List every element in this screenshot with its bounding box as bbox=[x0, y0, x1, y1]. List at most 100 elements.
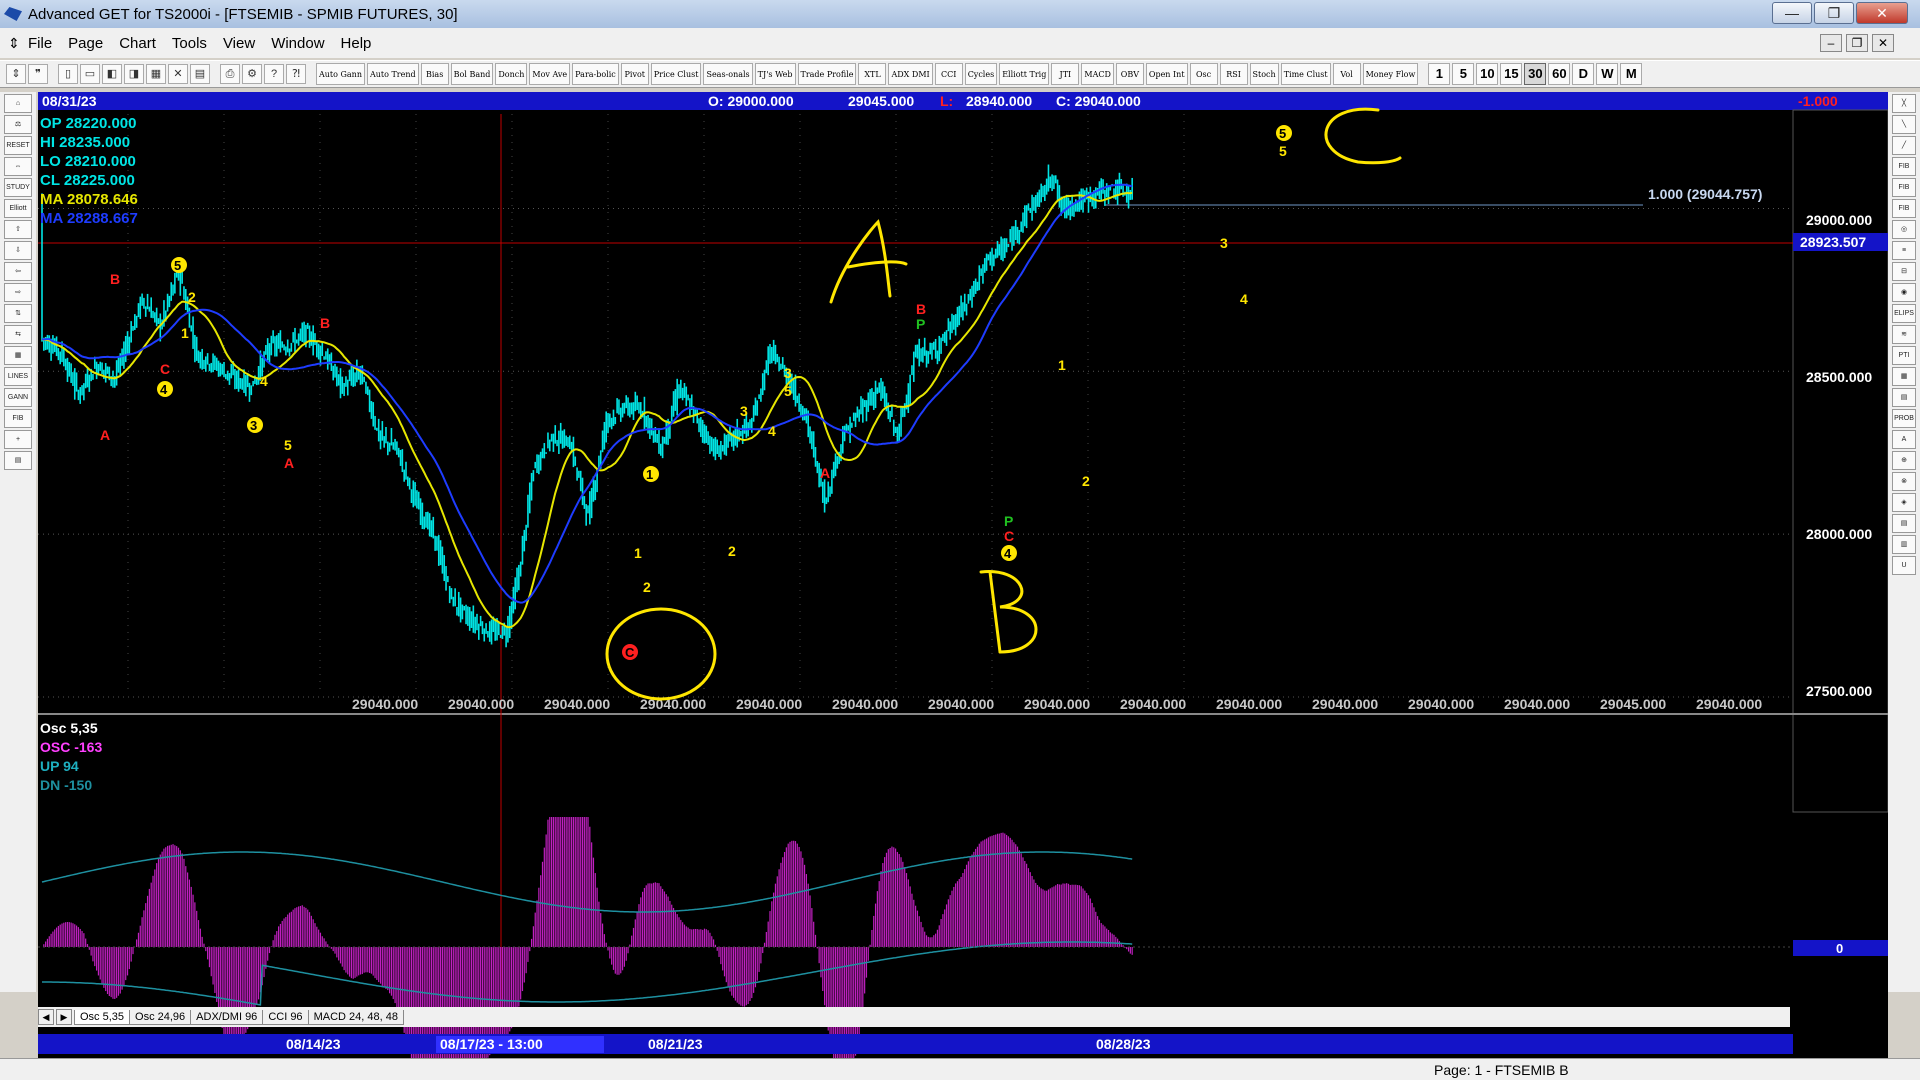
study-button-money-flow[interactable]: Money Flow bbox=[1362, 63, 1419, 85]
right-tool-9-icon[interactable]: ◉ bbox=[1892, 283, 1916, 302]
right-tool-1-icon[interactable]: ╲ bbox=[1892, 115, 1916, 134]
left-tool-5-icon[interactable]: Elliott bbox=[4, 199, 32, 218]
menu-view[interactable]: View bbox=[215, 35, 263, 52]
study-button-bias[interactable]: Bias bbox=[420, 63, 449, 85]
study-button-xtl[interactable]: XTL bbox=[858, 63, 887, 85]
study-button-time-clust[interactable]: Time Clust bbox=[1280, 63, 1331, 85]
study-button-mov-ave[interactable]: Mov Ave bbox=[529, 63, 571, 85]
left-tool-17-icon[interactable]: ▤ bbox=[4, 451, 32, 470]
chart-canvas[interactable]: 08/31/23 O: 29000.000 29045.000 L: 28940… bbox=[38, 92, 1888, 1058]
left-tool-4-icon[interactable]: STUDY bbox=[4, 178, 32, 197]
right-tool-6-icon[interactable]: ◎ bbox=[1892, 220, 1916, 239]
quote-icon[interactable]: ❞ bbox=[28, 64, 48, 84]
period-button-w[interactable]: W bbox=[1596, 63, 1619, 85]
study-button-osc[interactable]: Osc bbox=[1189, 63, 1218, 85]
left-tool-2-icon[interactable]: RESET bbox=[4, 136, 32, 155]
menu-tools[interactable]: Tools bbox=[164, 35, 215, 52]
right-tool-15-icon[interactable]: PROB bbox=[1892, 409, 1916, 428]
study-button-trade-profile[interactable]: Trade Profile bbox=[797, 63, 857, 85]
tab-cci-96[interactable]: CCI 96 bbox=[262, 1009, 309, 1025]
study-button-donch[interactable]: Donch bbox=[495, 63, 528, 85]
study-button-tj-s-web[interactable]: TJ's Web bbox=[754, 63, 796, 85]
period-button-15[interactable]: 15 bbox=[1500, 63, 1523, 85]
mdi-minimize-button[interactable]: – bbox=[1820, 34, 1842, 52]
study-button-rsi[interactable]: RSI bbox=[1219, 63, 1248, 85]
right-tool-17-icon[interactable]: ⊕ bbox=[1892, 451, 1916, 470]
layout-icon[interactable]: ▤ bbox=[190, 64, 210, 84]
right-tool-0-icon[interactable]: ╳ bbox=[1892, 94, 1916, 113]
menu-chart[interactable]: Chart bbox=[111, 35, 164, 52]
study-button-elliott-trig[interactable]: Elliott Trig bbox=[999, 63, 1050, 85]
left-tool-12-icon[interactable]: ▦ bbox=[4, 346, 32, 365]
right-tool-20-icon[interactable]: ▤ bbox=[1892, 514, 1916, 533]
period-button-m[interactable]: M bbox=[1620, 63, 1643, 85]
right-tool-13-icon[interactable]: ▦ bbox=[1892, 367, 1916, 386]
context-help-icon[interactable]: ⁈ bbox=[286, 64, 306, 84]
left-tool-13-icon[interactable]: LINES bbox=[4, 367, 32, 386]
period-button-10[interactable]: 10 bbox=[1476, 63, 1499, 85]
right-tool-8-icon[interactable]: ⊟ bbox=[1892, 262, 1916, 281]
period-button-d[interactable]: D bbox=[1572, 63, 1595, 85]
minimize-button[interactable]: — bbox=[1772, 2, 1812, 24]
new-page-icon[interactable]: ▯ bbox=[58, 64, 78, 84]
study-button-para-bolic[interactable]: Para-bolic bbox=[572, 63, 619, 85]
left-tool-9-icon[interactable]: ⇨ bbox=[4, 283, 32, 302]
menu-help[interactable]: Help bbox=[333, 35, 380, 52]
period-button-1[interactable]: 1 bbox=[1428, 63, 1451, 85]
study-button-auto-gann[interactable]: Auto Gann bbox=[316, 63, 365, 85]
period-button-30[interactable]: 30 bbox=[1524, 63, 1547, 85]
study-button-stoch[interactable]: Stoch bbox=[1249, 63, 1279, 85]
study-button-auto-trend[interactable]: Auto Trend bbox=[366, 63, 419, 85]
study-button-open-int[interactable]: Open Int bbox=[1145, 63, 1188, 85]
study-button-pivot[interactable]: Pivot bbox=[620, 63, 649, 85]
study-button-bol-band[interactable]: Bol Band bbox=[450, 63, 494, 85]
right-tool-12-icon[interactable]: PTI bbox=[1892, 346, 1916, 365]
menu-page[interactable]: Page bbox=[60, 35, 111, 52]
help-icon[interactable]: ? bbox=[264, 64, 284, 84]
right-tool-3-icon[interactable]: FIB RET bbox=[1892, 157, 1916, 176]
period-button-5[interactable]: 5 bbox=[1452, 63, 1475, 85]
delete-icon[interactable]: ✕ bbox=[168, 64, 188, 84]
pointer-icon[interactable]: ⇕ bbox=[6, 64, 26, 84]
tab-scroll-right-icon[interactable]: ▶ bbox=[56, 1009, 72, 1025]
mdi-close-button[interactable]: ✕ bbox=[1872, 34, 1894, 52]
chart-prev-icon[interactable]: ◧ bbox=[102, 64, 122, 84]
left-tool-0-icon[interactable]: ⌂ bbox=[4, 94, 32, 113]
study-button-vol[interactable]: Vol bbox=[1332, 63, 1361, 85]
study-button-macd[interactable]: MACD bbox=[1081, 63, 1114, 85]
print-icon[interactable]: ⎙ bbox=[220, 64, 240, 84]
study-button-cci[interactable]: CCI bbox=[934, 63, 963, 85]
right-tool-21-icon[interactable]: ▥ bbox=[1892, 535, 1916, 554]
left-tool-16-icon[interactable]: + bbox=[4, 430, 32, 449]
left-tool-11-icon[interactable]: ⇆ bbox=[4, 325, 32, 344]
left-tool-14-icon[interactable]: GANN bbox=[4, 388, 32, 407]
tab-osc-24-96[interactable]: Osc 24,96 bbox=[129, 1009, 192, 1025]
study-button-price-clust[interactable]: Price Clust bbox=[650, 63, 702, 85]
close-button[interactable]: ✕ bbox=[1856, 2, 1908, 24]
study-button-adx-dmi[interactable]: ADX DMI bbox=[888, 63, 933, 85]
grid-icon[interactable]: ▦ bbox=[146, 64, 166, 84]
left-tool-10-icon[interactable]: ⇅ bbox=[4, 304, 32, 323]
left-tool-8-icon[interactable]: ⇦ bbox=[4, 262, 32, 281]
right-tool-18-icon[interactable]: ⊗ bbox=[1892, 472, 1916, 491]
left-tool-1-icon[interactable]: ⚖ bbox=[4, 115, 32, 134]
right-tool-22-icon[interactable]: U bbox=[1892, 556, 1916, 575]
study-button-jti[interactable]: JTI bbox=[1051, 63, 1080, 85]
left-tool-7-icon[interactable]: ⇩ bbox=[4, 241, 32, 260]
right-tool-10-icon[interactable]: ELIPS bbox=[1892, 304, 1916, 323]
left-tool-3-icon[interactable]: ⇔ bbox=[4, 157, 32, 176]
right-tool-4-icon[interactable]: FIB EXT bbox=[1892, 178, 1916, 197]
settings-icon[interactable]: ⚙ bbox=[242, 64, 262, 84]
right-tool-19-icon[interactable]: ◈ bbox=[1892, 493, 1916, 512]
left-tool-6-icon[interactable]: ⇧ bbox=[4, 220, 32, 239]
mdi-restore-button[interactable]: ❐ bbox=[1846, 34, 1868, 52]
tab-osc-5-35[interactable]: Osc 5,35 bbox=[74, 1009, 131, 1025]
right-tool-2-icon[interactable]: ╱ bbox=[1892, 136, 1916, 155]
tab-adx-dmi-96[interactable]: ADX/DMI 96 bbox=[190, 1009, 264, 1025]
menu-file[interactable]: File bbox=[20, 35, 60, 52]
right-tool-7-icon[interactable]: ≡ bbox=[1892, 241, 1916, 260]
period-button-60[interactable]: 60 bbox=[1548, 63, 1571, 85]
study-button-obv[interactable]: OBV bbox=[1115, 63, 1144, 85]
restore-button[interactable]: ❐ bbox=[1814, 2, 1854, 24]
right-tool-5-icon[interactable]: FIB TIME bbox=[1892, 199, 1916, 218]
